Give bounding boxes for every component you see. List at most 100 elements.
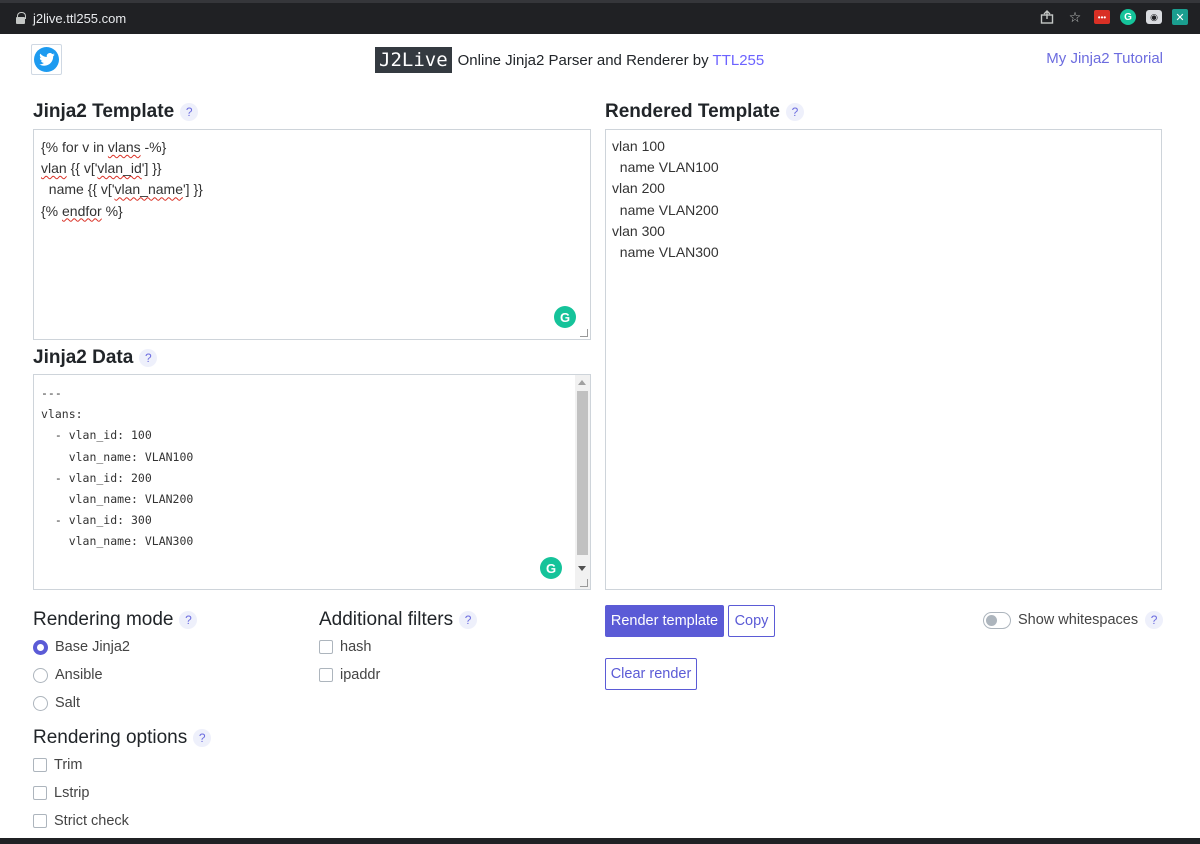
browser-toolbar: j2live.ttl255.com ☆ ••• G ◉ ✕ bbox=[0, 0, 1200, 34]
scroll-down-icon[interactable] bbox=[578, 566, 586, 571]
scroll-thumb[interactable] bbox=[577, 391, 588, 555]
rendered-line: name VLAN200 bbox=[612, 201, 719, 218]
share-icon[interactable] bbox=[1038, 8, 1056, 26]
data-line: - vlan_id: 100 bbox=[41, 428, 152, 443]
template-help-icon[interactable]: ? bbox=[180, 103, 199, 121]
rendered-line: name VLAN300 bbox=[612, 244, 719, 261]
data-scrollbar[interactable] bbox=[575, 375, 590, 589]
filters-help-icon[interactable]: ? bbox=[459, 611, 478, 629]
rendered-line: name VLAN100 bbox=[612, 159, 719, 176]
lock-icon[interactable] bbox=[16, 12, 26, 24]
option-label: Strict check bbox=[54, 813, 129, 829]
option-trim[interactable]: Trim bbox=[33, 757, 82, 773]
data-line: vlan_name: VLAN200 bbox=[41, 492, 194, 507]
subtitle-text: Online Jinja2 Parser and Renderer by bbox=[457, 51, 709, 69]
radio-salt[interactable] bbox=[33, 695, 48, 711]
resize-handle-icon[interactable] bbox=[580, 329, 588, 337]
data-heading: Jinja2 Data ? bbox=[33, 347, 158, 369]
mode-label: Salt bbox=[55, 695, 80, 711]
grammarly-icon[interactable]: G bbox=[554, 306, 576, 328]
filter-label: ipaddr bbox=[340, 667, 381, 683]
mode-salt[interactable]: Salt bbox=[33, 695, 80, 711]
filter-ipaddr[interactable]: ipaddr bbox=[319, 667, 380, 683]
rendering-mode-title: Rendering mode bbox=[33, 609, 174, 630]
show-whitespaces[interactable]: Show whitespaces ? bbox=[983, 611, 1164, 629]
template-line: vlan {{ v['vlan_id'] }} bbox=[41, 160, 162, 177]
url-text[interactable]: j2live.ttl255.com bbox=[33, 11, 126, 26]
address-bar[interactable]: j2live.ttl255.com bbox=[16, 9, 126, 27]
ttl255-link[interactable]: TTL255 bbox=[713, 52, 765, 69]
data-title: Jinja2 Data bbox=[33, 347, 134, 368]
option-label: Lstrip bbox=[54, 785, 90, 801]
copy-button[interactable]: Copy bbox=[728, 605, 775, 637]
template-editor[interactable]: {% for v in vlans -%} vlan {{ v['vlan_id… bbox=[33, 129, 591, 340]
data-line: - vlan_id: 200 bbox=[41, 470, 152, 485]
filter-hash[interactable]: hash bbox=[319, 639, 371, 655]
filters-title: Additional filters bbox=[319, 609, 454, 630]
data-line: vlans: bbox=[41, 407, 83, 422]
rendering-options-heading: Rendering options ? bbox=[33, 727, 212, 749]
toggle-knob bbox=[986, 614, 997, 626]
checkbox-trim[interactable] bbox=[33, 758, 47, 772]
template-heading: Jinja2 Template ? bbox=[33, 101, 199, 123]
mode-label: Base Jinja2 bbox=[55, 639, 130, 655]
rendered-output[interactable]: vlan 100 name VLAN100 vlan 200 name VLAN… bbox=[605, 129, 1162, 590]
clear-render-button[interactable]: Clear render bbox=[605, 658, 697, 690]
browser-top-strip bbox=[0, 0, 1200, 3]
mode-label: Ansible bbox=[55, 667, 103, 683]
rendered-line: vlan 100 bbox=[612, 138, 665, 154]
grammarly-icon[interactable]: G bbox=[540, 557, 562, 579]
data-line: vlan_name: VLAN100 bbox=[41, 449, 194, 464]
checkbox-strict-check[interactable] bbox=[33, 814, 47, 828]
template-line: {% for v in vlans -%} bbox=[41, 139, 167, 155]
site-logo[interactable]: J2Live bbox=[375, 47, 452, 73]
rendered-text: vlan 100 name VLAN100 vlan 200 name VLAN… bbox=[606, 130, 1161, 269]
mode-base-jinja2[interactable]: Base Jinja2 bbox=[33, 639, 130, 655]
show-whitespaces-label: Show whitespaces bbox=[1018, 612, 1139, 628]
filter-label: hash bbox=[340, 639, 372, 655]
radio-ansible[interactable] bbox=[33, 667, 48, 683]
whitespace-help-icon[interactable]: ? bbox=[1145, 611, 1164, 629]
site-title: J2Live Online Jinja2 Parser and Renderer… bbox=[375, 47, 764, 73]
option-strict-check[interactable]: Strict check bbox=[33, 813, 129, 829]
star-icon[interactable]: ☆ bbox=[1066, 8, 1084, 26]
browser-actions: ☆ ••• G ◉ ✕ bbox=[1038, 8, 1188, 26]
rendered-heading: Rendered Template ? bbox=[605, 101, 804, 123]
twitter-icon bbox=[34, 47, 59, 72]
checkbox-lstrip[interactable] bbox=[33, 786, 47, 800]
tutorial-link[interactable]: My Jinja2 Tutorial bbox=[1046, 50, 1163, 67]
rendered-line: vlan 300 bbox=[612, 222, 665, 239]
extension-teal-icon[interactable]: ✕ bbox=[1172, 9, 1188, 25]
resize-handle-icon[interactable] bbox=[580, 579, 588, 587]
filters-heading: Additional filters ? bbox=[319, 609, 478, 631]
data-line: --- bbox=[41, 386, 62, 400]
template-line: name {{ v['vlan_name'] }} bbox=[41, 181, 203, 198]
rendering-mode-help-icon[interactable]: ? bbox=[179, 611, 198, 629]
camera-icon[interactable]: ◉ bbox=[1146, 10, 1162, 24]
grammarly-icon[interactable]: G bbox=[1120, 9, 1136, 25]
bottom-bar bbox=[0, 838, 1200, 844]
rendering-options-title: Rendering options bbox=[33, 727, 188, 748]
template-title: Jinja2 Template bbox=[33, 101, 175, 122]
rendered-help-icon[interactable]: ? bbox=[785, 103, 804, 121]
option-lstrip[interactable]: Lstrip bbox=[33, 785, 89, 801]
template-code[interactable]: {% for v in vlans -%} vlan {{ v['vlan_id… bbox=[34, 130, 590, 229]
rendered-line: vlan 200 bbox=[612, 180, 665, 197]
radio-base-jinja2[interactable] bbox=[33, 639, 48, 655]
whitespace-toggle[interactable] bbox=[983, 611, 1011, 629]
data-line: - vlan_id: 300 bbox=[41, 513, 152, 528]
checkbox-hash[interactable] bbox=[319, 640, 333, 654]
site-subtitle: Online Jinja2 Parser and Renderer by TTL… bbox=[458, 52, 765, 69]
scroll-up-icon[interactable] bbox=[578, 380, 586, 385]
twitter-share-button[interactable] bbox=[31, 44, 62, 75]
mode-ansible[interactable]: Ansible bbox=[33, 667, 103, 683]
checkbox-ipaddr[interactable] bbox=[319, 668, 333, 682]
rendering-options-help-icon[interactable]: ? bbox=[193, 729, 212, 747]
render-template-button[interactable]: Render template bbox=[605, 605, 724, 637]
data-code[interactable]: --- vlans: - vlan_id: 100 vlan_name: VLA… bbox=[34, 375, 590, 561]
option-label: Trim bbox=[54, 757, 83, 773]
data-editor[interactable]: --- vlans: - vlan_id: 100 vlan_name: VLA… bbox=[33, 374, 591, 590]
extension-red-icon[interactable]: ••• bbox=[1094, 10, 1110, 24]
data-line: vlan_name: VLAN300 bbox=[41, 534, 194, 549]
data-help-icon[interactable]: ? bbox=[139, 349, 158, 367]
